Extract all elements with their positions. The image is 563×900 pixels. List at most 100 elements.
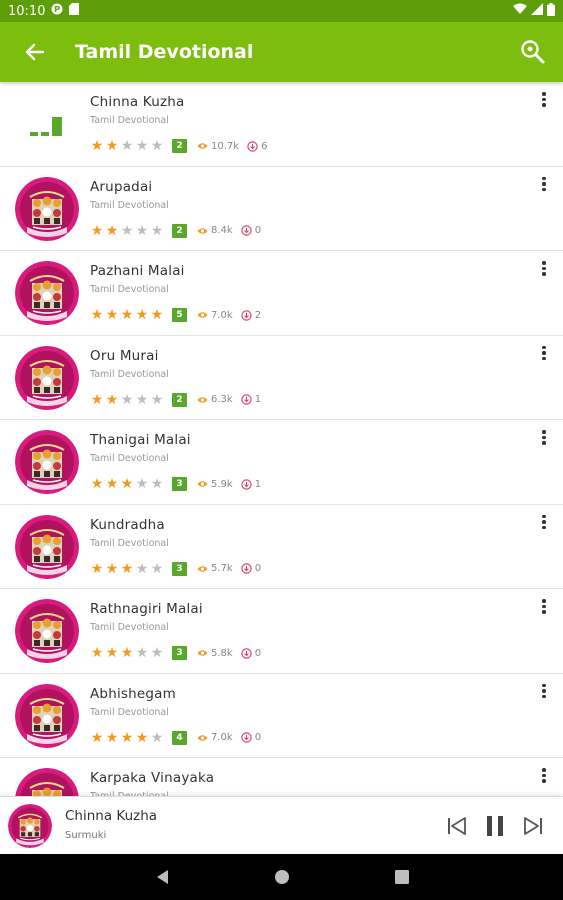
- more-options-button[interactable]: [539, 430, 549, 450]
- star-filled-icon: ★: [150, 307, 164, 323]
- download-count: 0: [241, 225, 261, 236]
- rating-badge: 2: [172, 139, 187, 153]
- skip-next-icon: [524, 817, 542, 835]
- song-row[interactable]: Pazhani Malai Tamil Devotional ★ ★ ★ ★ ★ 5 7.0k 2: [0, 251, 563, 336]
- download-count: 2: [241, 310, 261, 321]
- song-subtitle: Tamil Devotional: [90, 115, 169, 126]
- song-row[interactable]: Oru Murai Tamil Devotional ★ ★ ★ ★ ★ 2 6.3k 1: [0, 336, 563, 420]
- song-title: Thanigai Malai: [90, 432, 191, 448]
- song-list[interactable]: Chinna Kuzha Tamil Devotional ★ ★ ★ ★ ★ 2 10.7k 6…: [0, 82, 563, 796]
- eye-icon: [197, 227, 208, 234]
- view-count-value: 6.3k: [211, 394, 233, 405]
- player-title: Chinna Kuzha: [65, 808, 158, 824]
- system-nav-bar: [0, 854, 563, 900]
- search-icon: [521, 40, 545, 64]
- song-row[interactable]: Thanigai Malai Tamil Devotional ★ ★ ★ ★ ★ 3 5.9k…: [0, 420, 563, 505]
- song-subtitle: Tamil Devotional: [90, 537, 169, 549]
- download-icon: [241, 732, 252, 743]
- nav-recents-button[interactable]: [392, 867, 412, 887]
- status-bar: 10:10 P: [0, 0, 563, 22]
- more-vert-icon-dot: [542, 689, 546, 693]
- more-vert-icon: [542, 599, 546, 603]
- more-options-button[interactable]: [539, 768, 549, 788]
- view-count: 6.3k: [197, 394, 233, 405]
- song-meta: ★ ★ ★ ★ ★ 3 5.9k 1: [90, 476, 261, 492]
- mini-player[interactable]: Chinna Kuzha Surmuki: [0, 796, 563, 854]
- song-row[interactable]: Kundradha Tamil Devotional ★ ★ ★ ★ ★ 3 5.7k 0: [0, 505, 563, 589]
- song-row[interactable]: Chinna Kuzha Tamil Devotional ★ ★ ★ ★ ★ 2 10.7k 6: [0, 82, 563, 167]
- back-button[interactable]: [0, 22, 70, 82]
- star-filled-icon: ★: [120, 307, 134, 323]
- song-row[interactable]: Rathnagiri Malai Tamil Devotional ★ ★ ★ ★ ★ 3 5.…: [0, 589, 563, 674]
- next-button[interactable]: [519, 812, 547, 840]
- more-vert-icon-dot: [542, 610, 546, 614]
- eye-icon: [197, 396, 208, 403]
- more-vert-icon-dot: [542, 520, 546, 524]
- star-filled-icon: ★: [90, 138, 104, 154]
- more-options-button[interactable]: [539, 176, 549, 197]
- more-vert-icon: [542, 768, 546, 772]
- nav-back-button[interactable]: [152, 867, 172, 887]
- star-empty-icon: ★: [135, 391, 149, 408]
- download-count-value: 1: [254, 394, 262, 405]
- more-options-button[interactable]: [539, 599, 549, 619]
- download-count: 0: [241, 648, 261, 659]
- download-icon: [241, 225, 252, 236]
- status-time: 10:10: [8, 3, 46, 19]
- more-vert-icon: [542, 514, 546, 518]
- pause-button[interactable]: [481, 812, 509, 840]
- more-vert-icon: [542, 430, 546, 434]
- rating-stars: ★ ★ ★ ★ ★: [90, 731, 164, 745]
- more-options-button[interactable]: [539, 514, 549, 535]
- nav-home-button[interactable]: [272, 867, 292, 887]
- search-button[interactable]: [503, 22, 563, 82]
- battery-icon: [547, 2, 555, 20]
- view-count: 10.7k: [197, 141, 239, 152]
- more-vert-icon-dot: [542, 351, 546, 355]
- more-vert-icon-dot: [542, 272, 546, 276]
- eye-icon: [197, 565, 208, 572]
- view-count: 5.8k: [197, 648, 233, 659]
- song-title: Rathnagiri Malai: [90, 601, 203, 617]
- more-vert-icon-dot: [542, 694, 546, 698]
- view-count-value: 5.8k: [211, 647, 233, 659]
- rating-badge: 3: [172, 561, 187, 576]
- more-vert-icon: [542, 683, 546, 687]
- rating-stars: ★ ★ ★ ★ ★: [90, 477, 164, 491]
- download-count: 1: [241, 479, 261, 490]
- song-meta: ★ ★ ★ ★ ★ 2 10.7k 6: [90, 138, 267, 154]
- more-vert-icon-dot: [542, 604, 546, 608]
- more-options-button[interactable]: [539, 345, 549, 366]
- more-options-button[interactable]: [539, 261, 549, 281]
- view-count: 8.4k: [197, 225, 233, 236]
- song-thumbnail: [15, 768, 79, 796]
- song-row[interactable]: Abhishegam Tamil Devotional ★ ★ ★ ★ ★ 4 7.0k 0: [0, 674, 563, 758]
- song-thumbnail: [15, 430, 79, 494]
- wifi-icon: [513, 3, 527, 19]
- arrow-back-icon: [25, 43, 45, 61]
- star-empty-icon: ★: [150, 560, 164, 577]
- download-count-value: 1: [254, 478, 262, 490]
- previous-button[interactable]: [443, 812, 471, 840]
- more-options-button[interactable]: [539, 683, 549, 704]
- app-bar: Tamil Devotional: [0, 22, 563, 82]
- player-thumbnail: [8, 804, 52, 848]
- song-title: Arupadai: [90, 178, 153, 195]
- view-count-value: 5.7k: [211, 563, 233, 574]
- more-options-button[interactable]: [539, 92, 549, 112]
- star-filled-icon: ★: [120, 476, 134, 492]
- view-count: 7.0k: [197, 310, 233, 321]
- more-vert-icon-dot: [542, 773, 546, 777]
- song-meta: ★ ★ ★ ★ ★ 4 7.0k 0: [90, 730, 261, 746]
- view-count: 7.0k: [197, 732, 233, 743]
- download-count-value: 6: [261, 140, 268, 152]
- download-count: 0: [241, 732, 261, 743]
- rating-stars: ★ ★ ★ ★ ★: [90, 393, 164, 407]
- download-icon: [241, 309, 252, 321]
- more-vert-icon-dot: [542, 103, 546, 107]
- song-row[interactable]: Karpaka VinayakaTamil Devotional: [0, 758, 563, 796]
- download-icon: [241, 394, 252, 405]
- more-vert-icon: [542, 92, 546, 96]
- song-row[interactable]: Arupadai Tamil Devotional ★ ★ ★ ★ ★ 2 8.4k 0: [0, 167, 563, 251]
- song-title: Chinna Kuzha: [90, 94, 185, 110]
